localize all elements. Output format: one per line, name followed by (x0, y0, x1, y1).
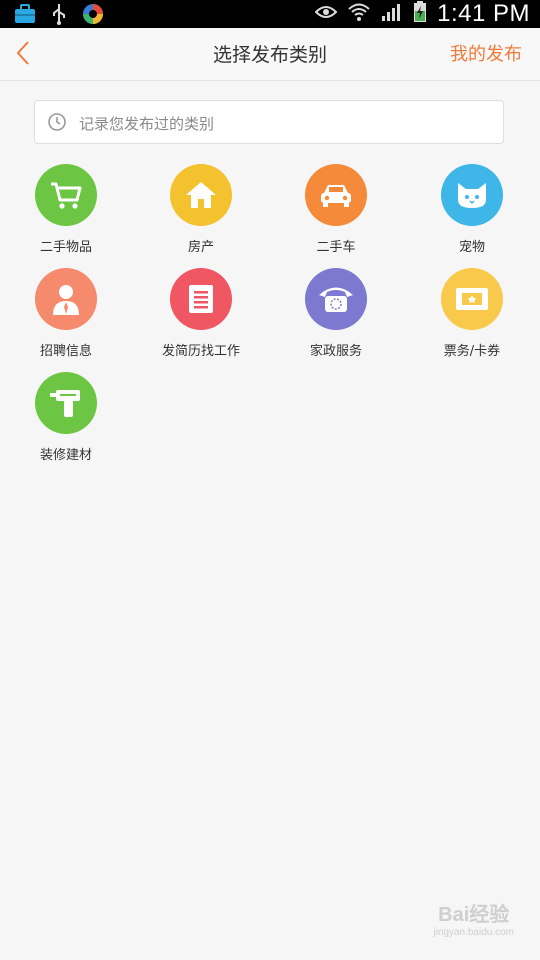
baidu-watermark: Bai经验 jingyan.baidu.com (433, 898, 514, 938)
usb-icon (50, 3, 68, 29)
category-label: 票务/卡券 (443, 344, 501, 359)
sync-app-icon (82, 3, 104, 29)
category-housing[interactable]: 房产 (136, 164, 266, 255)
phone-icon (305, 268, 367, 330)
cart-icon (35, 164, 97, 226)
clock-time: 1:41 PM (437, 0, 530, 27)
category-label: 二手物品 (39, 240, 92, 255)
my-posts-button[interactable]: 我的发布 (450, 40, 522, 66)
category-job-seeking[interactable]: 发简历找工作 (136, 268, 266, 359)
person-icon (35, 268, 97, 330)
house-icon (170, 164, 232, 226)
category-label: 二手车 (316, 240, 356, 255)
category-tickets-cards[interactable]: 票务/卡券 (407, 268, 537, 359)
category-pets[interactable]: 宠物 (407, 164, 537, 255)
briefcase-icon (14, 4, 36, 28)
cat-icon (441, 164, 503, 226)
category-label: 房产 (187, 240, 214, 255)
wifi-icon (347, 2, 371, 26)
category-renovation-materials[interactable]: 装修建材 (1, 372, 131, 463)
header: 选择发布类别 我的发布 (0, 28, 540, 81)
clock-icon (47, 112, 67, 136)
history-search-input[interactable]: 记录您发布过的类别 (34, 100, 504, 144)
category-used-cars[interactable]: 二手车 (271, 164, 401, 255)
car-icon (305, 164, 367, 226)
watermark-main: Bai经验 (438, 904, 510, 926)
category-label: 宠物 (458, 240, 485, 255)
battery-charging-icon (413, 1, 427, 27)
search-placeholder: 记录您发布过的类别 (79, 115, 215, 133)
signal-icon (381, 2, 403, 26)
eye-icon (314, 4, 338, 24)
drill-icon (35, 372, 97, 434)
category-label: 家政服务 (309, 344, 362, 359)
category-label: 发简历找工作 (161, 344, 240, 359)
category-recruitment[interactable]: 招聘信息 (1, 268, 131, 359)
watermark-sub: jingyan.baidu.com (433, 927, 514, 938)
status-bar: 1:41 PM (0, 0, 540, 28)
category-housekeeping[interactable]: 家政服务 (271, 268, 401, 359)
resume-icon (170, 268, 232, 330)
category-label: 招聘信息 (39, 344, 92, 359)
category-label: 装修建材 (39, 448, 92, 463)
category-secondhand-goods[interactable]: 二手物品 (1, 164, 131, 255)
ticket-icon (441, 268, 503, 330)
